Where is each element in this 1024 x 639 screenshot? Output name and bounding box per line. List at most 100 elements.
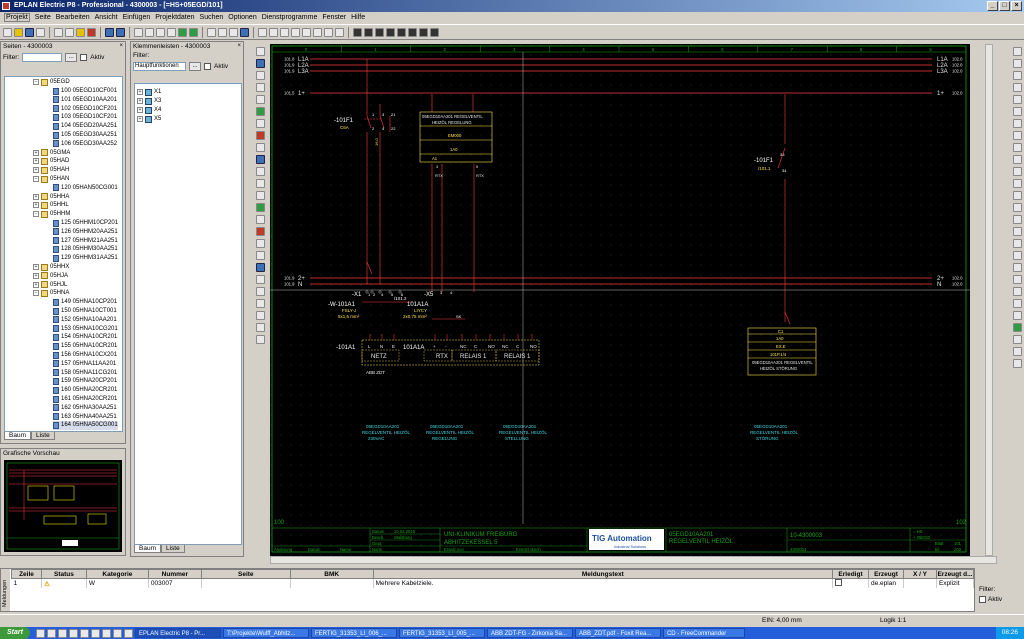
jumper-icon[interactable]	[1012, 191, 1022, 200]
property-icon[interactable]	[255, 239, 265, 248]
node-icon[interactable]	[1012, 215, 1022, 224]
terminal-icon[interactable]	[280, 27, 289, 37]
paste-icon[interactable]	[76, 27, 85, 37]
tree-item-x5[interactable]: + X5	[137, 115, 161, 124]
tree-page[interactable]: 125 05HHM10CP201	[53, 219, 118, 228]
copy-icon[interactable]	[65, 27, 74, 37]
col-meldungstext[interactable]: Meldungstext	[372, 569, 834, 579]
dot-icon[interactable]	[1012, 275, 1022, 284]
tree-page[interactable]: 152 05HNA10AA201	[53, 316, 117, 325]
tree-page[interactable]: 126 05HHM20AA251	[53, 228, 118, 237]
tree-folder[interactable]: − 05EGD	[33, 78, 70, 87]
redo-icon[interactable]	[116, 27, 125, 37]
preview-thumbnail[interactable]	[4, 460, 122, 552]
shield-icon[interactable]	[1012, 359, 1022, 368]
tree-page[interactable]: 104 05EGD20AA251	[53, 122, 117, 131]
schematic-canvas[interactable]: 0123456789 101.8 L1A L1A 102.0 101.9 L2A L2A 10…	[270, 44, 970, 556]
menu-optionen[interactable]: Optionen	[228, 14, 256, 21]
undo-2-icon[interactable]	[1012, 299, 1022, 308]
menu-suchen[interactable]: Suchen	[200, 14, 224, 21]
messages-active-checkbox[interactable]	[979, 596, 986, 603]
menu-projektdaten[interactable]: Projektdaten	[155, 14, 194, 21]
zoom-fit-icon[interactable]	[167, 27, 176, 37]
view-4-icon[interactable]	[386, 27, 395, 37]
pages-active-checkbox[interactable]	[80, 54, 88, 61]
grid-icon[interactable]	[207, 27, 216, 37]
view-8-icon[interactable]	[430, 27, 439, 37]
dimension-icon[interactable]	[255, 119, 265, 128]
page-prev-icon[interactable]	[178, 27, 187, 37]
tree-folder[interactable]: +05HJL	[33, 280, 67, 289]
tree-folder[interactable]: − 05HNA	[33, 289, 69, 298]
quicklaunch-icon[interactable]	[123, 628, 133, 638]
tree-page[interactable]: 100 05EGD10CF001	[53, 87, 117, 96]
col-xy[interactable]: X / Y	[902, 569, 937, 579]
zoom-in-icon[interactable]	[134, 27, 143, 37]
close-icon[interactable]: ×	[119, 42, 123, 51]
terminal-filter-select[interactable]: Hauptfunktionen	[133, 62, 186, 71]
t-left-icon[interactable]	[1012, 119, 1022, 128]
quicklaunch-icon[interactable]	[57, 628, 67, 638]
tree-item-x1[interactable]: + X1	[137, 88, 161, 97]
tree-item-x3[interactable]: + X3	[137, 97, 161, 106]
tree-page[interactable]: 164 05HNA50CG001	[53, 421, 118, 430]
col-kategorie[interactable]: Kategorie	[85, 569, 149, 579]
plug-icon[interactable]	[291, 27, 300, 37]
menu-bearbeiten[interactable]: Bearbeiten	[56, 14, 90, 21]
collapse-icon[interactable]: −	[33, 211, 39, 218]
ring-icon[interactable]	[1012, 263, 1022, 272]
t-right-icon[interactable]	[1012, 131, 1022, 140]
tree-page[interactable]: 153 05HNA10CG201	[53, 324, 118, 333]
menu-projekt[interactable]: Projekt	[4, 13, 30, 22]
quicklaunch-icon[interactable]	[35, 628, 45, 638]
expand-icon[interactable]: +	[33, 167, 39, 174]
save-icon[interactable]	[25, 27, 34, 37]
undo-icon[interactable]	[105, 27, 114, 37]
measure-icon[interactable]	[255, 227, 265, 236]
tree-page[interactable]: 101 05EGD10AA201	[53, 96, 117, 105]
tree-folder[interactable]: +05HHA	[33, 192, 69, 201]
col-status[interactable]: Status	[40, 569, 87, 579]
cross-icon[interactable]	[1012, 143, 1022, 152]
task-doc1[interactable]: FERTIG_31353_LI_006_...	[310, 628, 397, 638]
redo-2-icon[interactable]	[1012, 311, 1022, 320]
bridge-icon[interactable]	[1012, 179, 1022, 188]
image-icon[interactable]	[255, 143, 265, 152]
tree-folder[interactable]: − 05HAN	[33, 175, 69, 184]
print-icon[interactable]	[36, 27, 45, 37]
vertical-scrollbar[interactable]	[985, 44, 993, 556]
expand-icon[interactable]: +	[33, 281, 39, 288]
menu-seite[interactable]: Seite	[35, 14, 51, 21]
info-icon[interactable]	[1012, 335, 1022, 344]
col-bmk[interactable]: BMK	[289, 569, 374, 579]
cross-ref-icon[interactable]	[255, 335, 265, 344]
arc-icon[interactable]	[255, 95, 265, 104]
menu-fenster[interactable]: Fenster	[322, 14, 346, 21]
tree-page[interactable]: 128 05HHM30AA251	[53, 245, 118, 254]
mark-icon[interactable]	[1012, 203, 1022, 212]
collapse-icon[interactable]: −	[33, 176, 39, 183]
minimize-button[interactable]: _	[987, 1, 998, 11]
expand-icon[interactable]: +	[33, 202, 39, 209]
quicklaunch-icon[interactable]	[46, 628, 56, 638]
expand-icon[interactable]: +	[33, 272, 39, 279]
hatch-icon[interactable]	[255, 131, 265, 140]
connection-icon[interactable]	[324, 27, 333, 37]
col-erzeugt-d[interactable]: Erzeugt d...	[935, 569, 975, 579]
view-6-icon[interactable]	[408, 27, 417, 37]
mirror-icon[interactable]	[255, 179, 265, 188]
tab-tree[interactable]: Baum	[134, 545, 161, 553]
tree-page[interactable]: 106 05EGD30AA252	[53, 140, 117, 149]
tree-page[interactable]: 102 05EGD10CF201	[53, 104, 117, 113]
maximize-button[interactable]: □	[999, 1, 1010, 11]
task-pdf[interactable]: ABB_ZDT.pdf - Foxit Rea...	[574, 628, 661, 638]
ortho-icon[interactable]	[229, 27, 238, 37]
expand-icon[interactable]: +	[33, 264, 39, 271]
terminal-x1-tag[interactable]: -X1	[352, 292, 362, 298]
device-icon[interactable]	[269, 27, 278, 37]
rotate-icon[interactable]	[255, 167, 265, 176]
start-button[interactable]: Start	[0, 627, 30, 639]
wire-icon[interactable]	[1012, 227, 1022, 236]
interrupt-2-icon[interactable]	[1012, 167, 1022, 176]
close-icon[interactable]: ×	[237, 42, 241, 51]
